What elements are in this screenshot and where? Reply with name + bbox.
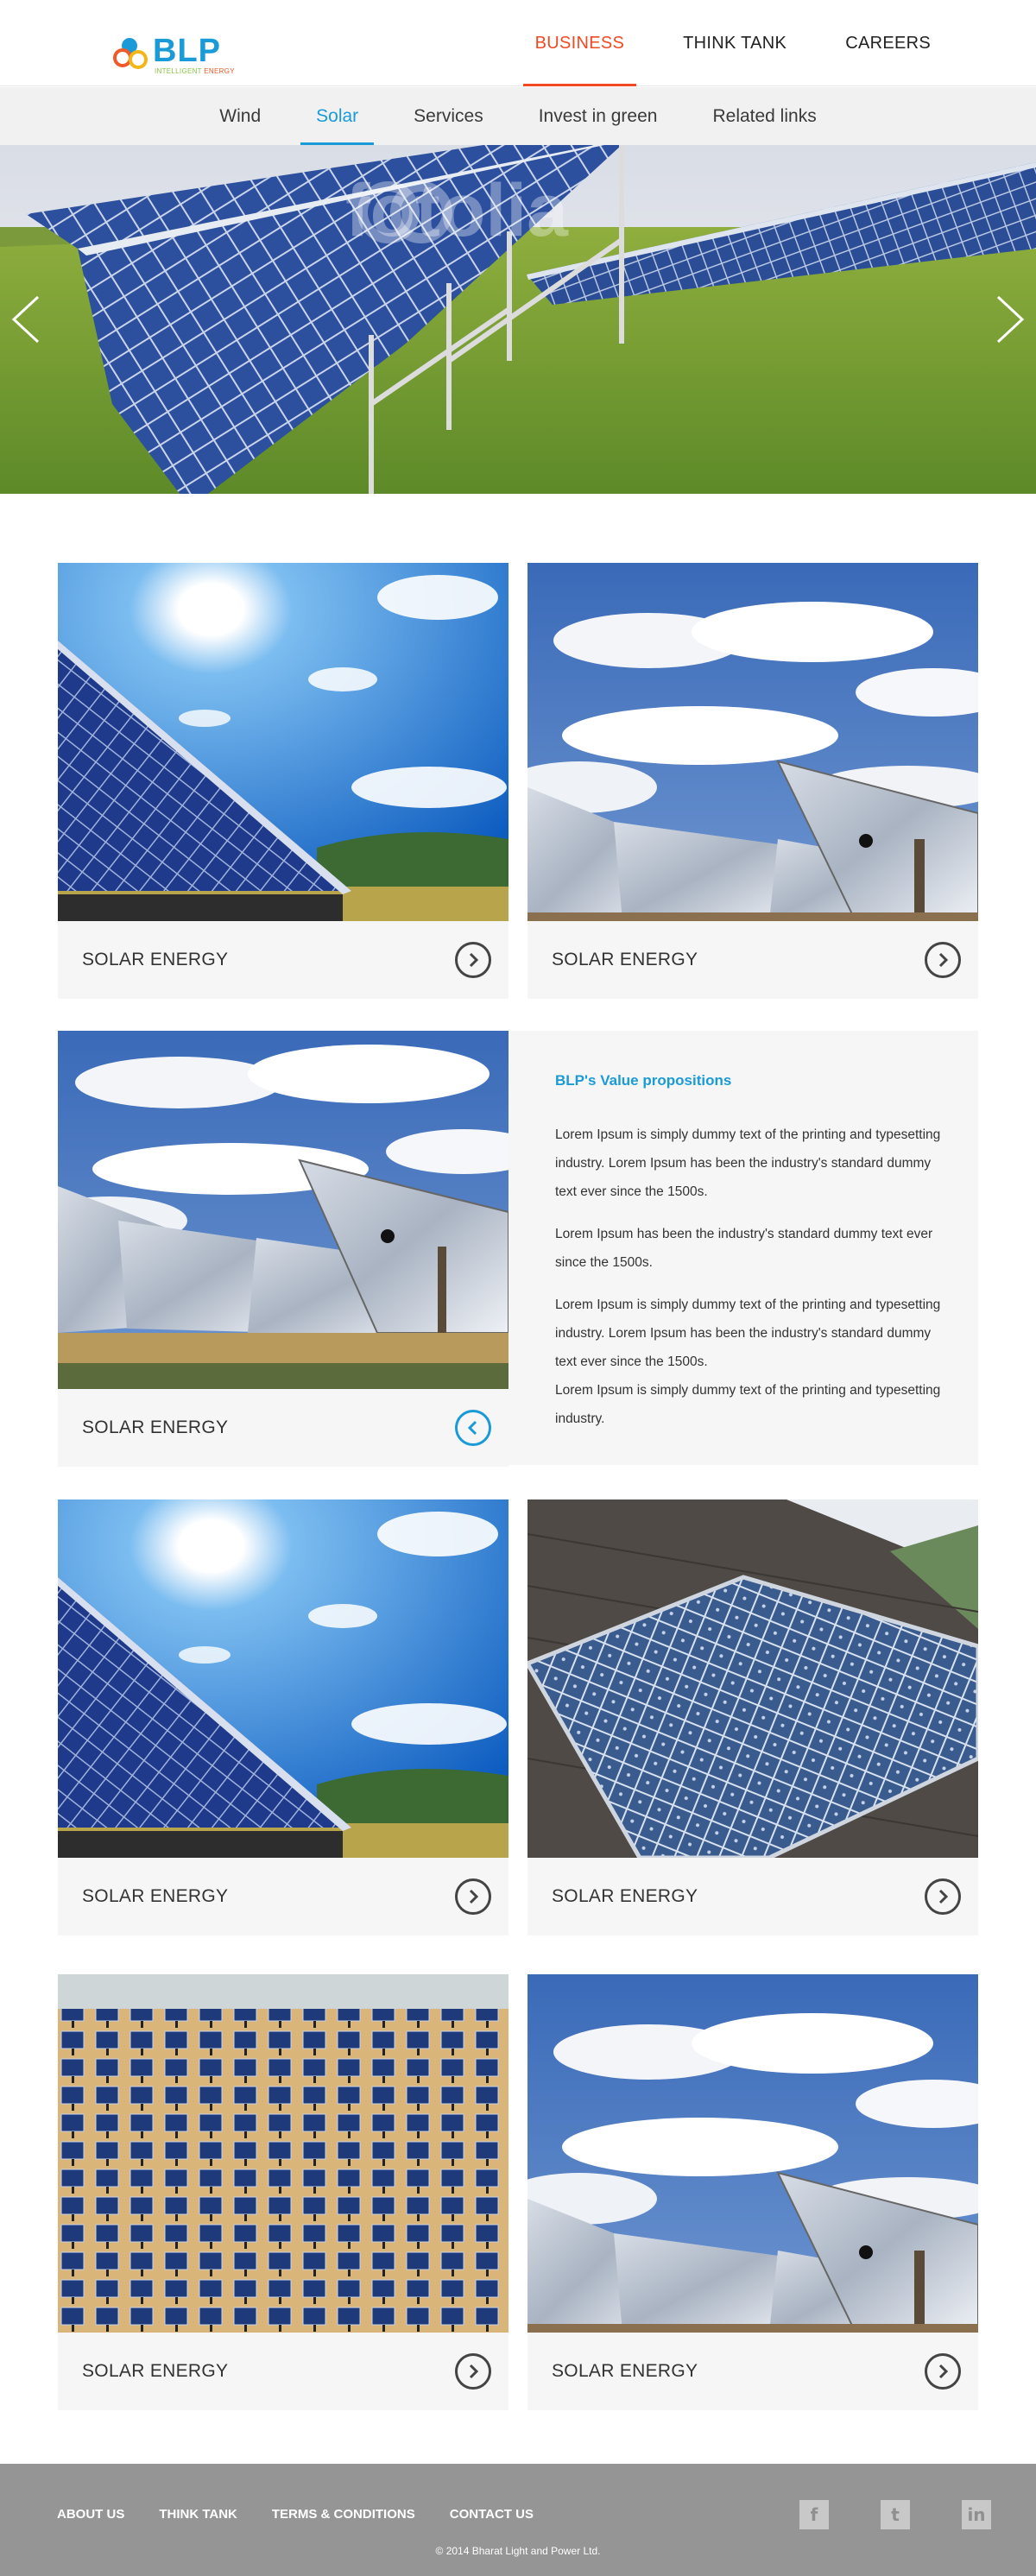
- footer-links: ABOUT US THINK TANK TERMS & CONDITIONS C…: [57, 2507, 568, 2522]
- copyright-text: © 2014 Bharat Light and Power Ltd.: [435, 2545, 601, 2557]
- arrow-right-icon[interactable]: [925, 942, 961, 978]
- card-title: SOLAR ENERGY: [82, 2361, 229, 2381]
- hero-image: fotolia: [0, 145, 1036, 494]
- arrow-right-icon[interactable]: [455, 2353, 491, 2390]
- logo-mark-icon: [113, 33, 155, 76]
- facebook-icon[interactable]: f: [799, 2500, 829, 2529]
- logo-tagline: INTELLIGENT ENERGY: [155, 67, 235, 75]
- sub-nav-solar[interactable]: Solar: [300, 87, 375, 145]
- card-photo-roof-panels: [527, 1500, 978, 1858]
- card-caption: SOLAR ENERGY: [58, 2333, 509, 2410]
- chevron-left-icon[interactable]: [9, 294, 43, 345]
- card-photo-mirror-panels: [527, 1974, 978, 2333]
- info-paragraph: Lorem Ipsum is simply dummy text of the …: [555, 1297, 941, 1369]
- card-photo-desert-field: [58, 1974, 509, 2333]
- card-title: SOLAR ENERGY: [552, 2361, 698, 2381]
- main-nav-careers[interactable]: CAREERS: [833, 0, 943, 86]
- blp-logo[interactable]: BLP INTELLIGENT ENERGY: [113, 33, 235, 78]
- footer-link-contact-us[interactable]: CONTACT US: [450, 2507, 534, 2522]
- card-caption: SOLAR ENERGY: [527, 921, 978, 999]
- sub-nav-related-links[interactable]: Related links: [712, 87, 816, 145]
- card-title: SOLAR ENERGY: [82, 1417, 229, 1437]
- site-footer: ABOUT US THINK TANK TERMS & CONDITIONS C…: [0, 2464, 1036, 2576]
- value-propositions-title: BLP's Value propositions: [555, 1072, 732, 1089]
- sub-nav-services[interactable]: Services: [414, 87, 483, 145]
- card-caption: SOLAR ENERGY: [58, 1389, 509, 1467]
- chevron-right-icon[interactable]: [993, 294, 1027, 345]
- card-photo-mirror-panels: [527, 563, 978, 921]
- social-links: f t in: [748, 2500, 991, 2529]
- card-solar-energy[interactable]: SOLAR ENERGY: [527, 1500, 978, 1935]
- sub-nav-invest-in-green[interactable]: Invest in green: [539, 87, 658, 145]
- card-solar-energy[interactable]: SOLAR ENERGY: [58, 1974, 509, 2410]
- card-title: SOLAR ENERGY: [82, 950, 229, 969]
- arrow-right-icon[interactable]: [455, 942, 491, 978]
- info-paragraph: Lorem Ipsum is simply dummy text of the …: [555, 1127, 941, 1199]
- card-caption: SOLAR ENERGY: [527, 2333, 978, 2410]
- arrow-left-icon[interactable]: [455, 1410, 491, 1446]
- arrow-right-icon[interactable]: [925, 1878, 961, 1915]
- footer-link-about-us[interactable]: ABOUT US: [57, 2507, 124, 2522]
- arrow-right-icon[interactable]: [455, 1878, 491, 1915]
- card-solar-energy[interactable]: SOLAR ENERGY: [527, 1974, 978, 2410]
- card-photo-sun-panels: [58, 563, 509, 921]
- card-solar-energy[interactable]: SOLAR ENERGY: [58, 1500, 509, 1935]
- hero-slider: fotolia: [0, 145, 1036, 494]
- card-solar-energy-expanded[interactable]: SOLAR ENERGY: [58, 1031, 509, 1467]
- sub-nav: Wind Solar Services Invest in green Rela…: [0, 87, 1036, 145]
- sub-nav-wind[interactable]: Wind: [219, 87, 261, 145]
- card-caption: SOLAR ENERGY: [527, 1858, 978, 1935]
- footer-link-think-tank[interactable]: THINK TANK: [159, 2507, 237, 2522]
- main-nav-business[interactable]: BUSINESS: [522, 0, 637, 86]
- card-title: SOLAR ENERGY: [552, 950, 698, 969]
- value-propositions-panel: BLP's Value propositions Lorem Ipsum is …: [509, 1031, 978, 1465]
- twitter-icon[interactable]: t: [881, 2500, 910, 2529]
- card-solar-energy[interactable]: SOLAR ENERGY: [58, 563, 509, 999]
- card-photo-mirror-panels: [58, 1031, 509, 1389]
- card-caption: SOLAR ENERGY: [58, 1858, 509, 1935]
- card-caption: SOLAR ENERGY: [58, 921, 509, 999]
- main-nav: BUSINESS THINK TANK CAREERS: [489, 0, 943, 86]
- logo-text: BLP: [153, 33, 221, 69]
- footer-link-terms[interactable]: TERMS & CONDITIONS: [272, 2507, 415, 2522]
- arrow-right-icon[interactable]: [925, 2353, 961, 2390]
- info-paragraph: Lorem Ipsum has been the industry's stan…: [555, 1227, 933, 1270]
- card-title: SOLAR ENERGY: [552, 1886, 698, 1906]
- card-photo-sun-panels: [58, 1500, 509, 1858]
- main-nav-think-tank[interactable]: THINK TANK: [671, 0, 799, 86]
- site-header: BLP INTELLIGENT ENERGY BUSINESS THINK TA…: [0, 0, 1036, 86]
- info-paragraph: Lorem Ipsum is simply dummy text of the …: [555, 1383, 941, 1426]
- card-solar-energy[interactable]: SOLAR ENERGY: [527, 563, 978, 999]
- linkedin-icon[interactable]: in: [962, 2500, 991, 2529]
- card-title: SOLAR ENERGY: [82, 1886, 229, 1906]
